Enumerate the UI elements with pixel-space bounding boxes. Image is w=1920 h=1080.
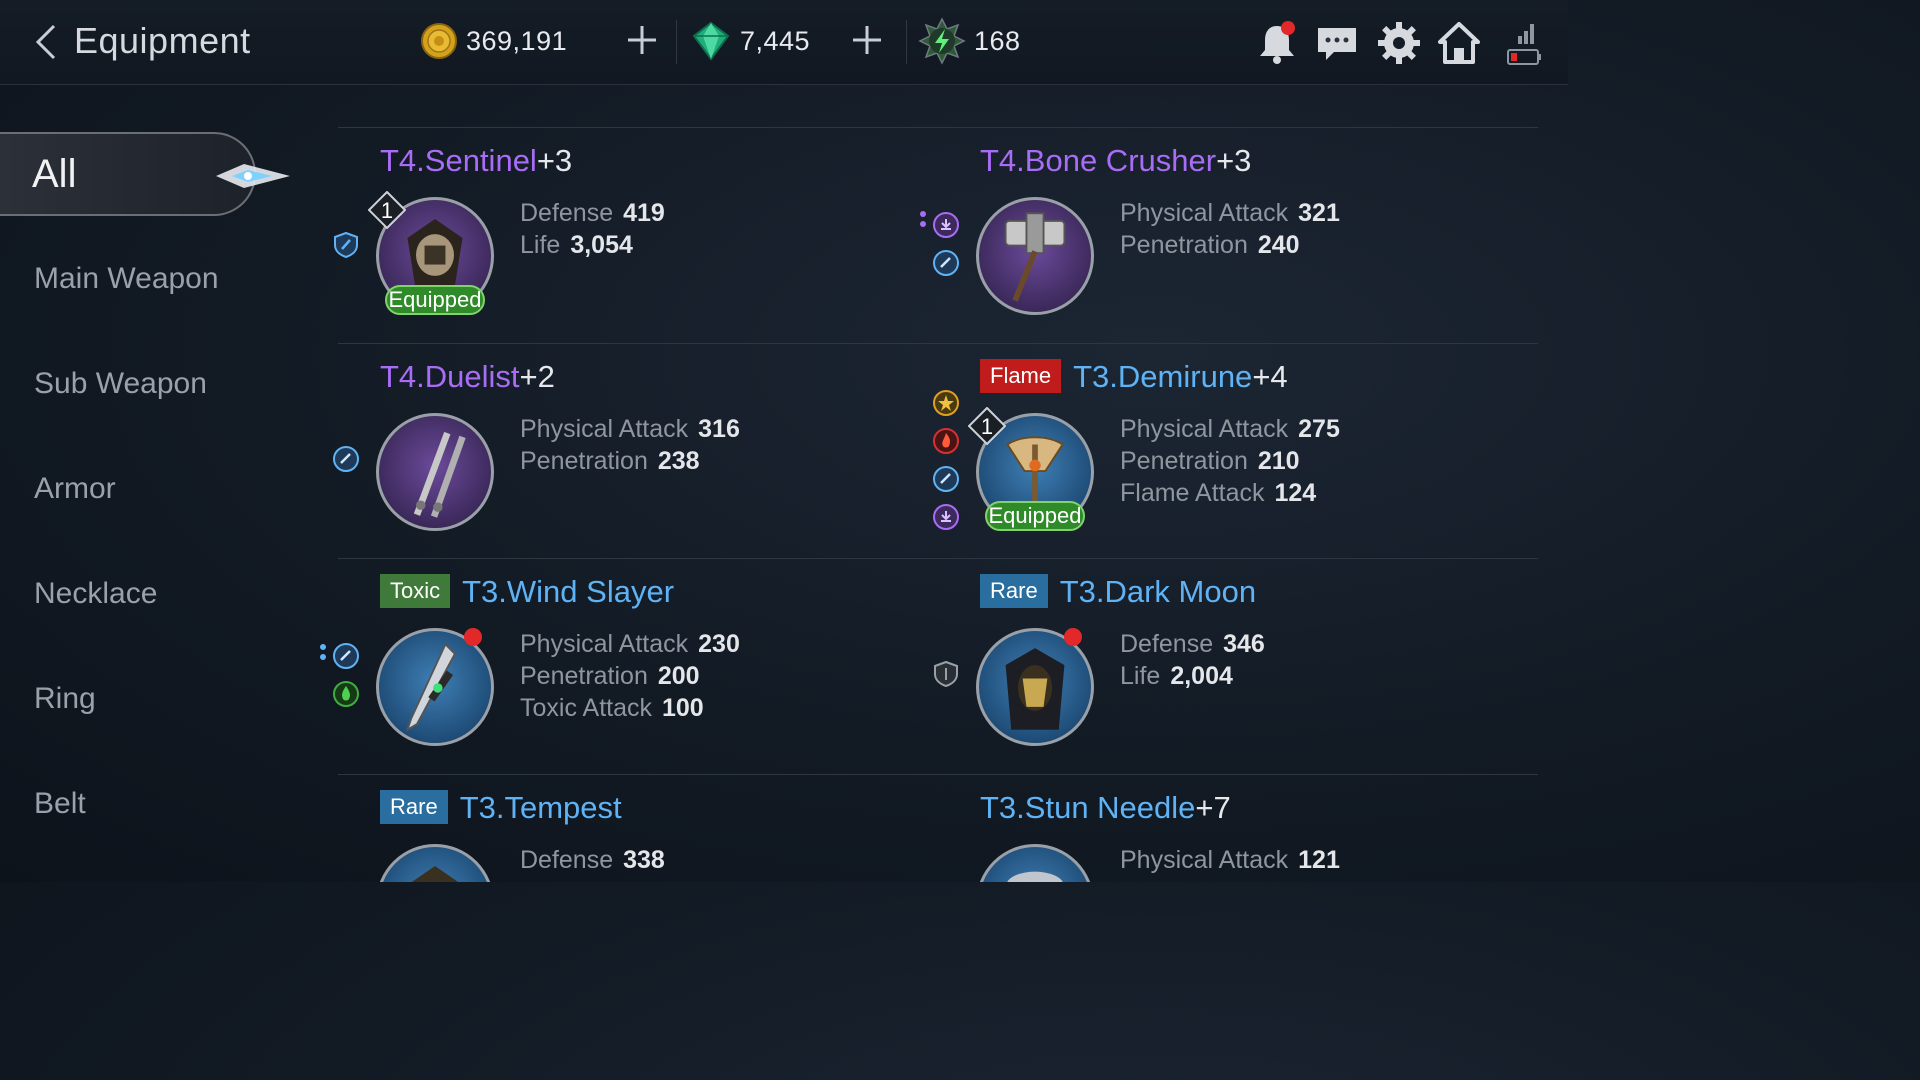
twin-daggers-icon [413,431,466,518]
item-portrait [976,628,1094,746]
add-gems-button[interactable] [849,22,885,58]
armor-icon [411,865,459,882]
item-stats: Defense 419 Life 3,054 [520,199,665,259]
star-rune-icon [933,390,959,416]
sidebar-item-main-weapon[interactable]: Main Weapon [34,262,219,296]
divider [906,20,907,64]
row-divider [338,127,1538,128]
flame-rune-icon [933,428,959,454]
grade-tag: Rare [380,790,448,824]
element-tag: Flame [980,359,1062,393]
blue-rune-icon [933,250,959,276]
item-card-sentinel[interactable]: T4.Sentinel+3 1 Equipped Defense 419 Life… [330,135,910,345]
item-portrait [976,844,1094,882]
defense-shield-icon [334,231,358,259]
hammer-icon [1004,212,1066,302]
item-stats: Physical Attack 121 [1120,846,1340,874]
gold-display: 369,191 [420,18,567,64]
level-number: 1 [981,414,993,439]
energy-display: 168 [918,17,1021,65]
purple-rune-icon [933,504,959,530]
green-gem-icon [692,21,730,61]
notification-bell-icon[interactable] [1254,20,1300,66]
back-arrow-icon[interactable] [30,22,70,62]
item-stats: Physical Attack 316 Penetration 238 [520,415,740,475]
item-name: T4.Bone Crusher+3 [980,143,1252,178]
item-name: T3.Stun Needle+7 [980,790,1231,825]
signal-battery-icon [1507,24,1541,65]
sidebar-item-necklace[interactable]: Necklace [34,577,157,611]
level-badge-icon: 1 [968,407,1006,445]
level-badge-icon: 1 [368,191,406,229]
item-card-demirune[interactable]: Flame T3.Demirune+4 1 Equipped Physical A… [930,351,1510,561]
add-gold-button[interactable] [624,22,660,58]
item-name: T4.Duelist+2 [380,359,555,394]
sidebar-item-belt[interactable]: Belt [34,787,86,821]
item-name: Toxic T3.Wind Slayer [380,574,674,610]
blue-rune-icon [333,446,359,472]
item-name: Rare T3.Dark Moon [980,574,1256,610]
element-tag: Toxic [380,574,451,608]
energy-lightning-icon [918,17,966,65]
blue-rune-icon [933,466,959,492]
item-portrait [376,844,494,882]
grade-tag: Rare [980,574,1048,608]
item-stats: Defense 346 Life 2,004 [1120,630,1265,690]
item-card-tempest[interactable]: Rare T3.Tempest Defense 338 [330,782,910,882]
item-stats: Physical Attack 321 Penetration 240 [1120,199,1340,259]
item-portrait [376,413,494,531]
chat-icon[interactable] [1314,20,1360,66]
gem-amount: 7,445 [740,25,811,56]
sidebar-item-all[interactable]: All [0,132,290,216]
energy-amount: 168 [974,25,1021,56]
item-stats: Defense 338 [520,846,665,874]
item-stats: Physical Attack 230 Penetration 200 Toxic … [520,630,740,722]
more-indicator [920,211,926,231]
more-indicator [320,644,326,664]
defense-shield-icon [934,660,958,688]
item-name: Flame T3.Demirune+4 [980,359,1288,395]
item-card-duelist[interactable]: T4.Duelist+2 Physical Attack 316 Penetrat… [330,351,910,561]
dark-armor-icon [1005,648,1065,730]
item-portrait [976,197,1094,315]
item-stats: Physical Attack 275 Penetration 210 Flame … [1120,415,1340,507]
page-title: Equipment [74,20,251,61]
item-card-bone-crusher[interactable]: T4.Bone Crusher+3 Physical Attack 321 Pen… [920,135,1510,345]
gold-amount: 369,191 [466,25,568,56]
item-card-dark-moon[interactable]: Rare T3.Dark Moon Defense 346 Life 2,004 [930,566,1510,776]
gem-display: 7,445 [690,18,810,64]
sidebar-item-label: All [32,152,77,196]
home-icon[interactable] [1436,20,1482,66]
toxic-rune-icon [333,681,359,707]
item-card-wind-slayer[interactable]: Toxic T3.Wind Slayer Physical Attack 230 P… [320,566,910,776]
settings-gear-icon[interactable] [1376,20,1422,66]
divider [676,20,677,64]
sidebar-item-armor[interactable]: Armor [34,472,116,506]
gold-coin-icon [421,23,457,59]
sidebar-item-sub-weapon[interactable]: Sub Weapon [34,367,207,401]
item-name: T4.Sentinel+3 [380,143,573,178]
item-portrait [376,628,494,746]
top-bar: Equipment 369,191 7,445 168 [0,0,1568,85]
equipped-badge: Equipped [385,285,485,315]
purple-rune-icon [933,212,959,238]
new-item-dot [464,628,482,646]
blue-rune-icon [333,643,359,669]
sidebar-item-ring[interactable]: Ring [34,682,96,716]
equipped-badge: Equipped [985,501,1085,531]
needle-weapon-icon [1007,871,1063,882]
new-item-dot [1064,628,1082,646]
level-number: 1 [381,198,393,223]
active-indicator-icon [216,164,290,188]
sword-icon [405,642,457,732]
item-name: Rare T3.Tempest [380,790,622,826]
item-card-stun-needle[interactable]: T3.Stun Needle+7 Physical Attack 121 [930,782,1510,882]
